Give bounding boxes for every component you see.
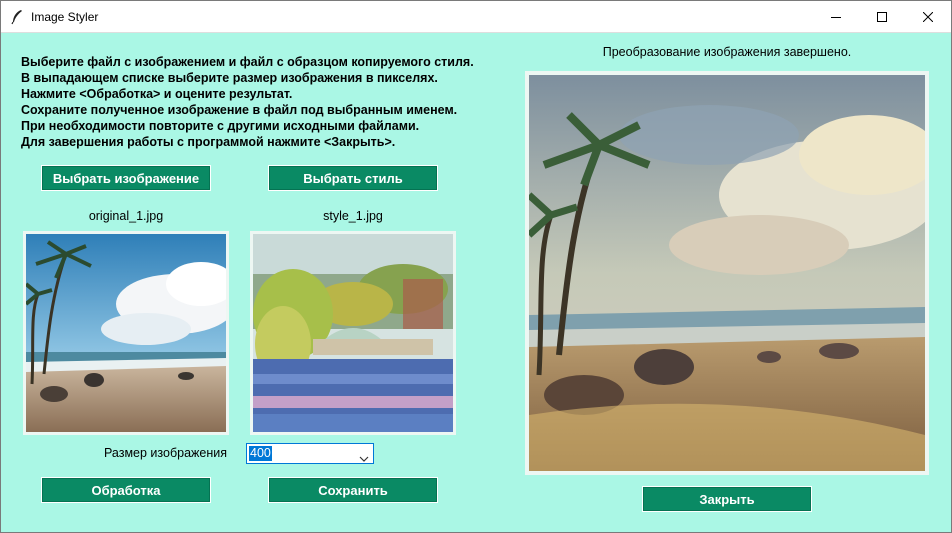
original-image-preview	[23, 231, 229, 435]
window-title: Image Styler	[31, 10, 99, 24]
maximize-button[interactable]	[859, 1, 905, 32]
minimize-icon	[831, 12, 841, 22]
instruction-line: В выпадающем списке выберите размер изоб…	[21, 71, 438, 85]
close-app-button[interactable]: Закрыть	[642, 486, 812, 512]
instruction-line: При необходимости повторите с другими ис…	[21, 119, 420, 133]
status-message: Преобразование изображения завершено.	[602, 45, 852, 59]
style-file-label: style_1.jpg	[323, 209, 383, 223]
original-file-label: original_1.jpg	[88, 209, 164, 223]
minimize-button[interactable]	[813, 1, 859, 32]
chevron-down-icon[interactable]	[359, 450, 369, 462]
close-icon	[923, 11, 933, 22]
instruction-line: Для завершения работы с программой нажми…	[21, 135, 396, 149]
title-bar[interactable]: Image Styler	[1, 1, 951, 33]
instructions-text: Выберите файл с изображением и файл с об…	[21, 54, 521, 150]
maximize-icon	[877, 11, 887, 22]
instruction-line: Нажмите <Обработка> и оцените результат.	[21, 87, 293, 101]
instruction-line: Сохраните полученное изображение в файл …	[21, 103, 458, 117]
image-size-select[interactable]: 400	[246, 443, 374, 464]
result-image-preview	[525, 71, 929, 475]
image-size-value: 400	[249, 446, 272, 461]
feather-icon	[10, 9, 24, 25]
close-window-button[interactable]	[905, 1, 951, 32]
choose-image-button[interactable]: Выбрать изображение	[41, 165, 211, 191]
save-button[interactable]: Сохранить	[268, 477, 438, 503]
image-size-label: Размер изображения	[104, 446, 227, 460]
style-image-preview	[250, 231, 456, 435]
app-window: Image Styler Выберите файл с изображение…	[0, 0, 952, 533]
process-button[interactable]: Обработка	[41, 477, 211, 503]
instruction-line: Выберите файл с изображением и файл с об…	[21, 55, 474, 69]
choose-style-button[interactable]: Выбрать стиль	[268, 165, 438, 191]
